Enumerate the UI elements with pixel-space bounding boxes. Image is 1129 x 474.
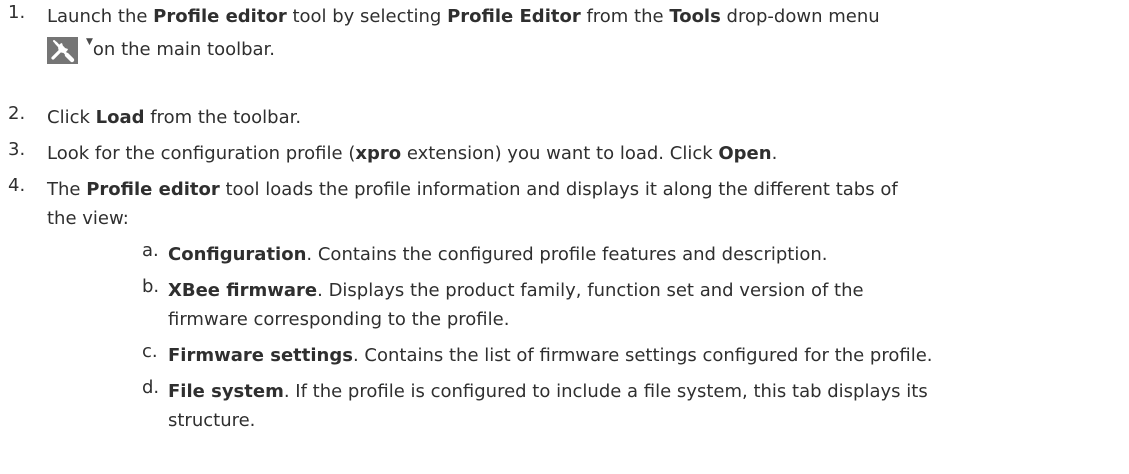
step-number: 1. xyxy=(8,2,26,23)
sub-item-letter: b. xyxy=(142,276,160,297)
sub-item-text: Firmware settings. Contains the list of … xyxy=(168,345,933,366)
sub-item-text: File system. If the profile is configure… xyxy=(168,381,928,431)
sub-item-text: Configuration. Contains the configured p… xyxy=(168,244,828,265)
sub-item-text: XBee firmware. Displays the product fami… xyxy=(168,280,864,330)
sub-item-letter: c. xyxy=(142,341,158,362)
sub-item-letter: a. xyxy=(142,240,159,261)
step-number: 3. xyxy=(8,139,26,160)
step-number: 4. xyxy=(8,175,26,196)
step-number: 2. xyxy=(8,103,26,124)
step-text: Look for the configuration profile (xpro… xyxy=(47,143,778,164)
sub-item-letter: d. xyxy=(142,377,160,398)
tools-icon xyxy=(47,36,78,64)
chevron-down-icon: ▼ xyxy=(86,37,93,47)
step-text: Click Load from the toolbar. xyxy=(47,107,302,128)
step-text: Launch the Profile editor tool by select… xyxy=(47,2,1107,67)
step-text: The Profile editor tool loads the profil… xyxy=(47,179,898,229)
